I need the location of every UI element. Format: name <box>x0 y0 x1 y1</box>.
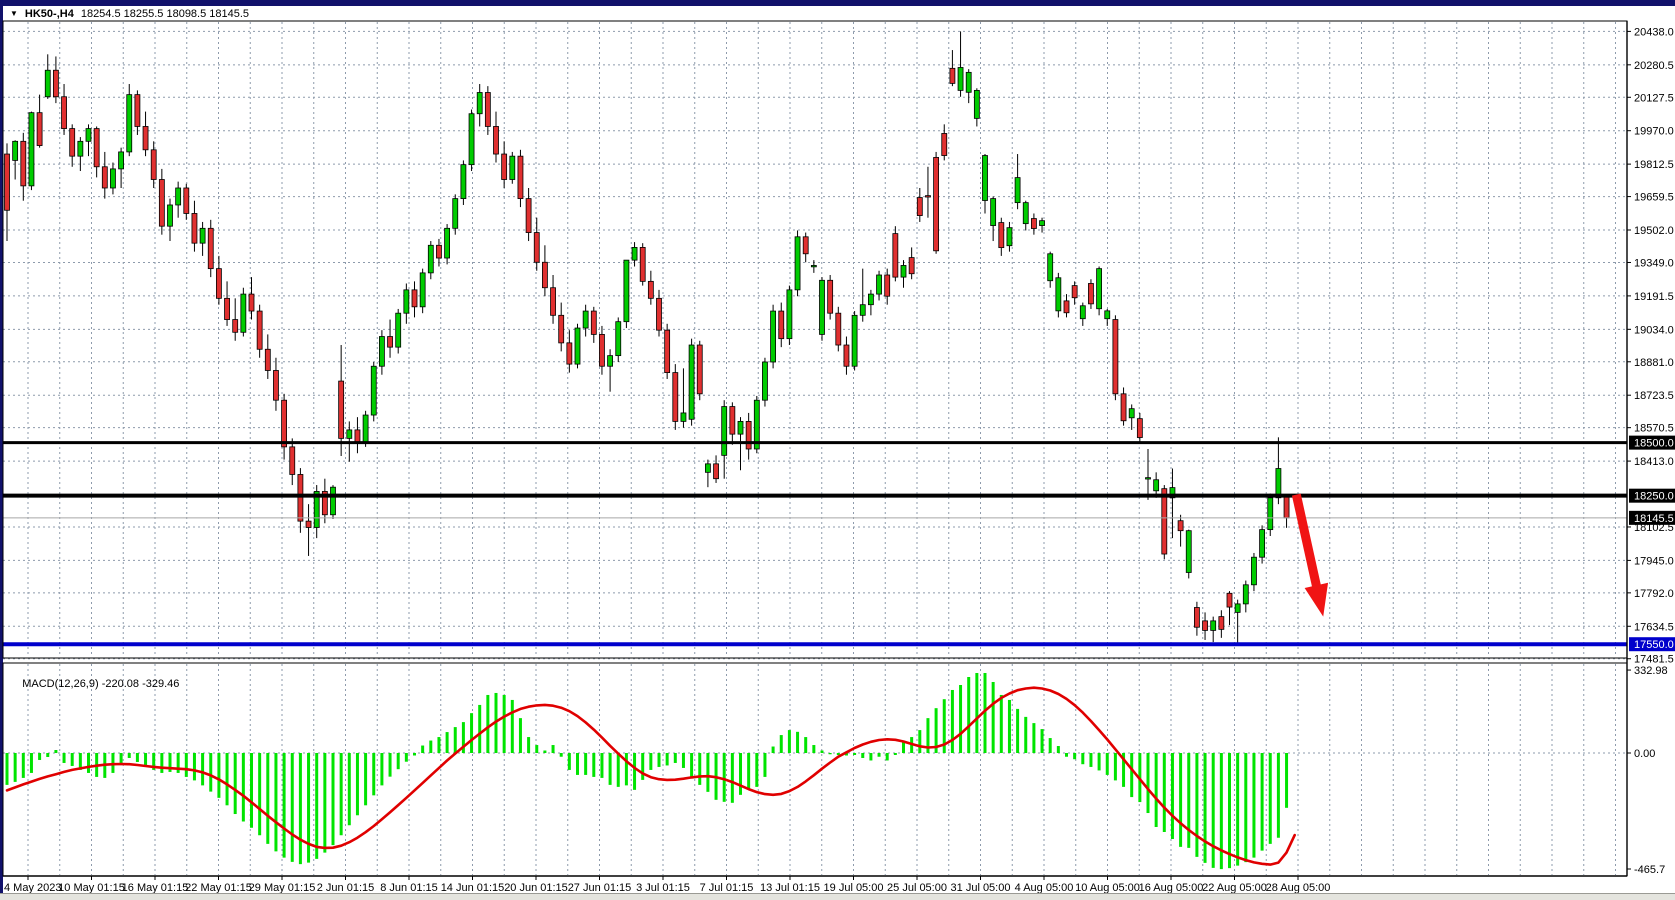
down-arrow-head <box>1305 583 1328 617</box>
svg-text:332.98: 332.98 <box>1634 665 1668 677</box>
svg-text:17481.5: 17481.5 <box>1634 654 1674 666</box>
svg-text:18500.0: 18500.0 <box>1634 438 1674 450</box>
candles-layer <box>5 31 1290 642</box>
hlines-layer[interactable] <box>3 443 1627 645</box>
svg-text:19349.0: 19349.0 <box>1634 257 1674 269</box>
svg-text:19970.0: 19970.0 <box>1634 126 1674 138</box>
svg-text:0.00: 0.00 <box>1634 748 1655 760</box>
svg-text:-465.7: -465.7 <box>1634 864 1665 876</box>
mt4-chart-window: ▼ HK50-,H4 18254.5 18255.5 18098.5 18145… <box>0 0 1675 900</box>
svg-text:19502.0: 19502.0 <box>1634 225 1674 237</box>
macd-name: MACD(12,26,9) <box>22 678 98 690</box>
svg-text:18881.0: 18881.0 <box>1634 357 1674 369</box>
svg-text:17945.0: 17945.0 <box>1634 555 1674 567</box>
macd-layer <box>7 673 1295 869</box>
svg-text:20280.5: 20280.5 <box>1634 60 1674 72</box>
svg-text:19034.0: 19034.0 <box>1634 324 1674 336</box>
svg-text:19812.5: 19812.5 <box>1634 159 1674 171</box>
price-chart-canvas[interactable]: 20438.0 20280.5 20127.5 19970.0 19812.5 19659… <box>0 0 1675 900</box>
svg-text:19659.5: 19659.5 <box>1634 192 1674 204</box>
macd-values: -220.08 -329.46 <box>102 678 180 690</box>
macd-indicator-label: MACD(12,26,9) -220.08 -329.46 <box>10 666 179 702</box>
svg-text:17550.0: 17550.0 <box>1634 639 1674 651</box>
svg-text:18250.0: 18250.0 <box>1634 491 1674 503</box>
svg-text:17634.5: 17634.5 <box>1634 621 1674 633</box>
svg-text:20127.5: 20127.5 <box>1634 92 1674 104</box>
down-arrow-annotation[interactable] <box>1296 495 1317 592</box>
svg-text:18570.5: 18570.5 <box>1634 423 1674 435</box>
svg-text:18413.0: 18413.0 <box>1634 456 1674 468</box>
svg-text:18723.5: 18723.5 <box>1634 390 1674 402</box>
svg-text:19191.5: 19191.5 <box>1634 291 1674 303</box>
axis-layer[interactable]: 20438.0 20280.5 20127.5 19970.0 19812.5 19659… <box>3 21 1675 894</box>
svg-text:20438.0: 20438.0 <box>1634 26 1674 38</box>
svg-text:17792.0: 17792.0 <box>1634 588 1674 600</box>
svg-text:18145.5: 18145.5 <box>1634 513 1674 525</box>
window-bottom-edge <box>0 893 1675 900</box>
